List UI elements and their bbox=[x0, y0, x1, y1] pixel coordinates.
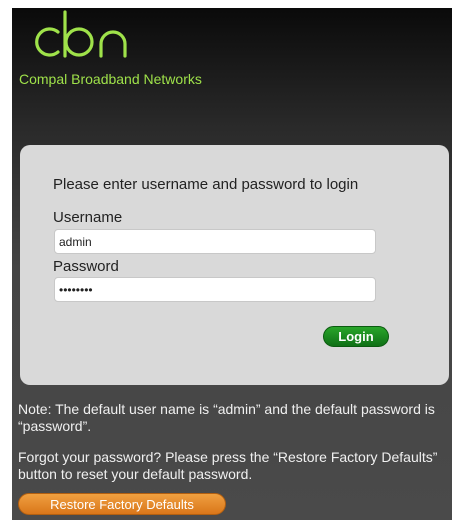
brand-name: Compal Broadband Networks bbox=[19, 71, 202, 87]
password-label: Password bbox=[53, 258, 119, 275]
default-credentials-note: Note: The default user name is “admin” a… bbox=[18, 401, 435, 434]
password-input[interactable] bbox=[54, 277, 376, 302]
login-page: Compal Broadband Networks Please enter u… bbox=[12, 8, 452, 520]
username-input[interactable] bbox=[54, 229, 376, 254]
login-panel: Please enter username and password to lo… bbox=[20, 145, 449, 385]
cbn-logo-icon bbox=[35, 10, 127, 58]
forgot-password-note: Forgot your password? Please press the “… bbox=[18, 449, 438, 482]
login-button[interactable]: Login bbox=[323, 326, 389, 347]
username-label: Username bbox=[53, 209, 123, 226]
restore-factory-defaults-button[interactable]: Restore Factory Defaults bbox=[18, 493, 226, 515]
login-prompt: Please enter username and password to lo… bbox=[53, 176, 359, 193]
